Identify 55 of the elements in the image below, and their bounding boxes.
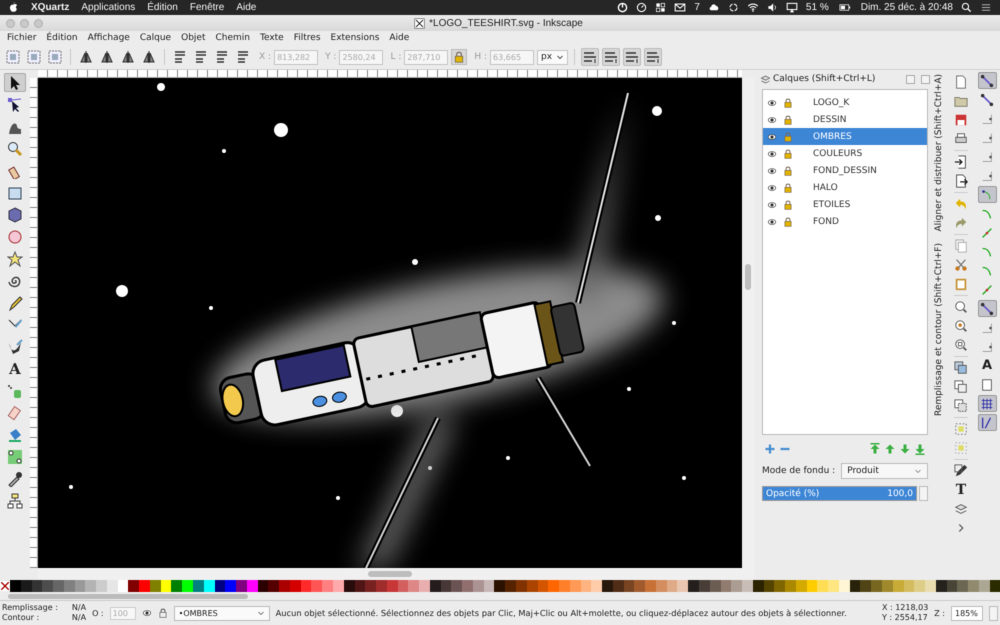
mail-count: 7 [694, 2, 700, 13]
opacity-value: 100,0 [887, 488, 913, 498]
stroke-value: N/A [72, 613, 86, 623]
menu-item[interactable]: Édition [41, 33, 83, 43]
menu-item[interactable]: Aide [236, 2, 256, 13]
layer-name: FOND_DESSIN [813, 166, 877, 176]
panel-title: Calques (Shift+Ctrl+L) [773, 74, 876, 84]
field-label: H : [474, 52, 488, 62]
menu-item[interactable]: Aide [384, 33, 414, 43]
layer-row[interactable]: OMBRES [763, 128, 927, 145]
layer-name: DESSIN [813, 114, 846, 124]
current-layer-dropdown[interactable]: •OMBRES [174, 606, 270, 620]
layer-name: FOND [813, 216, 839, 226]
menu-item[interactable]: Fenêtre [190, 2, 224, 13]
fill-label: Remplissage : [2, 603, 58, 613]
zoom-field[interactable]: 185% [951, 606, 983, 620]
menu-item[interactable]: Objet [176, 33, 210, 43]
menu-item[interactable]: Extensions [326, 33, 384, 43]
app-menu[interactable]: XQuartz [31, 2, 70, 13]
blend-mode-label: Mode de fondu : [762, 466, 836, 476]
stroke-label: Contour : [2, 613, 40, 623]
layer-name: ETOILES [813, 200, 850, 210]
fill-value: N/A [72, 603, 86, 613]
menu-item[interactable]: Texte [254, 33, 289, 43]
layer-name: COULEURS [813, 148, 862, 158]
menu-item[interactable]: Fichier [2, 33, 42, 43]
cursor-x: X : 1218,03 [882, 603, 928, 613]
opacity-label: Opacité (%) [766, 488, 820, 498]
window-title: *LOGO_TEESHIRT.svg - Inkscape [429, 18, 583, 28]
status-message: Aucun objet sélectionné. Sélectionnez des objets par Clic, Maj+Clic ou Alt+molette, ou cliquez-déplacez autour des objets à sélectionner. [276, 608, 848, 618]
layer-name: HALO [813, 182, 838, 192]
unit-dropdown[interactable]: px [537, 50, 568, 64]
zoom-label: Z : [934, 608, 945, 618]
text-tool[interactable]: A [4, 359, 26, 378]
opacity-slider[interactable]: Opacité (%) 100,0 [762, 486, 917, 501]
menu-item[interactable]: Chemin [210, 33, 255, 43]
field-label: X : [259, 52, 272, 62]
field-label: L : [390, 52, 402, 62]
menu-item[interactable]: Calque [134, 33, 176, 43]
layer-name: OMBRES [813, 132, 852, 142]
opacity-label: O : [92, 608, 104, 618]
menu-item[interactable]: Affichage [82, 33, 135, 43]
text-font-button[interactable]: T [952, 482, 970, 498]
blend-mode-dropdown[interactable]: Produit [841, 463, 928, 479]
layer-name: LOGO_K [813, 98, 850, 108]
dock-tab[interactable]: Remplissage et contour (Shift+Ctrl+F) [934, 241, 944, 418]
menu-item[interactable]: Filtres [288, 33, 326, 43]
menu-item[interactable]: Applications [81, 2, 136, 13]
menu-item[interactable]: Édition [147, 2, 178, 13]
date-time[interactable]: Dim. 25 déc. à 20:48 [860, 2, 953, 13]
snap-text-button[interactable]: A [978, 357, 996, 374]
field-label: Y : [325, 52, 336, 62]
battery-percent: 51 % [806, 2, 829, 13]
cursor-y: Y : 2554,17 [882, 613, 928, 623]
dock-tab[interactable]: Aligner et distribuer (Shift+Ctrl+A) [934, 72, 944, 234]
